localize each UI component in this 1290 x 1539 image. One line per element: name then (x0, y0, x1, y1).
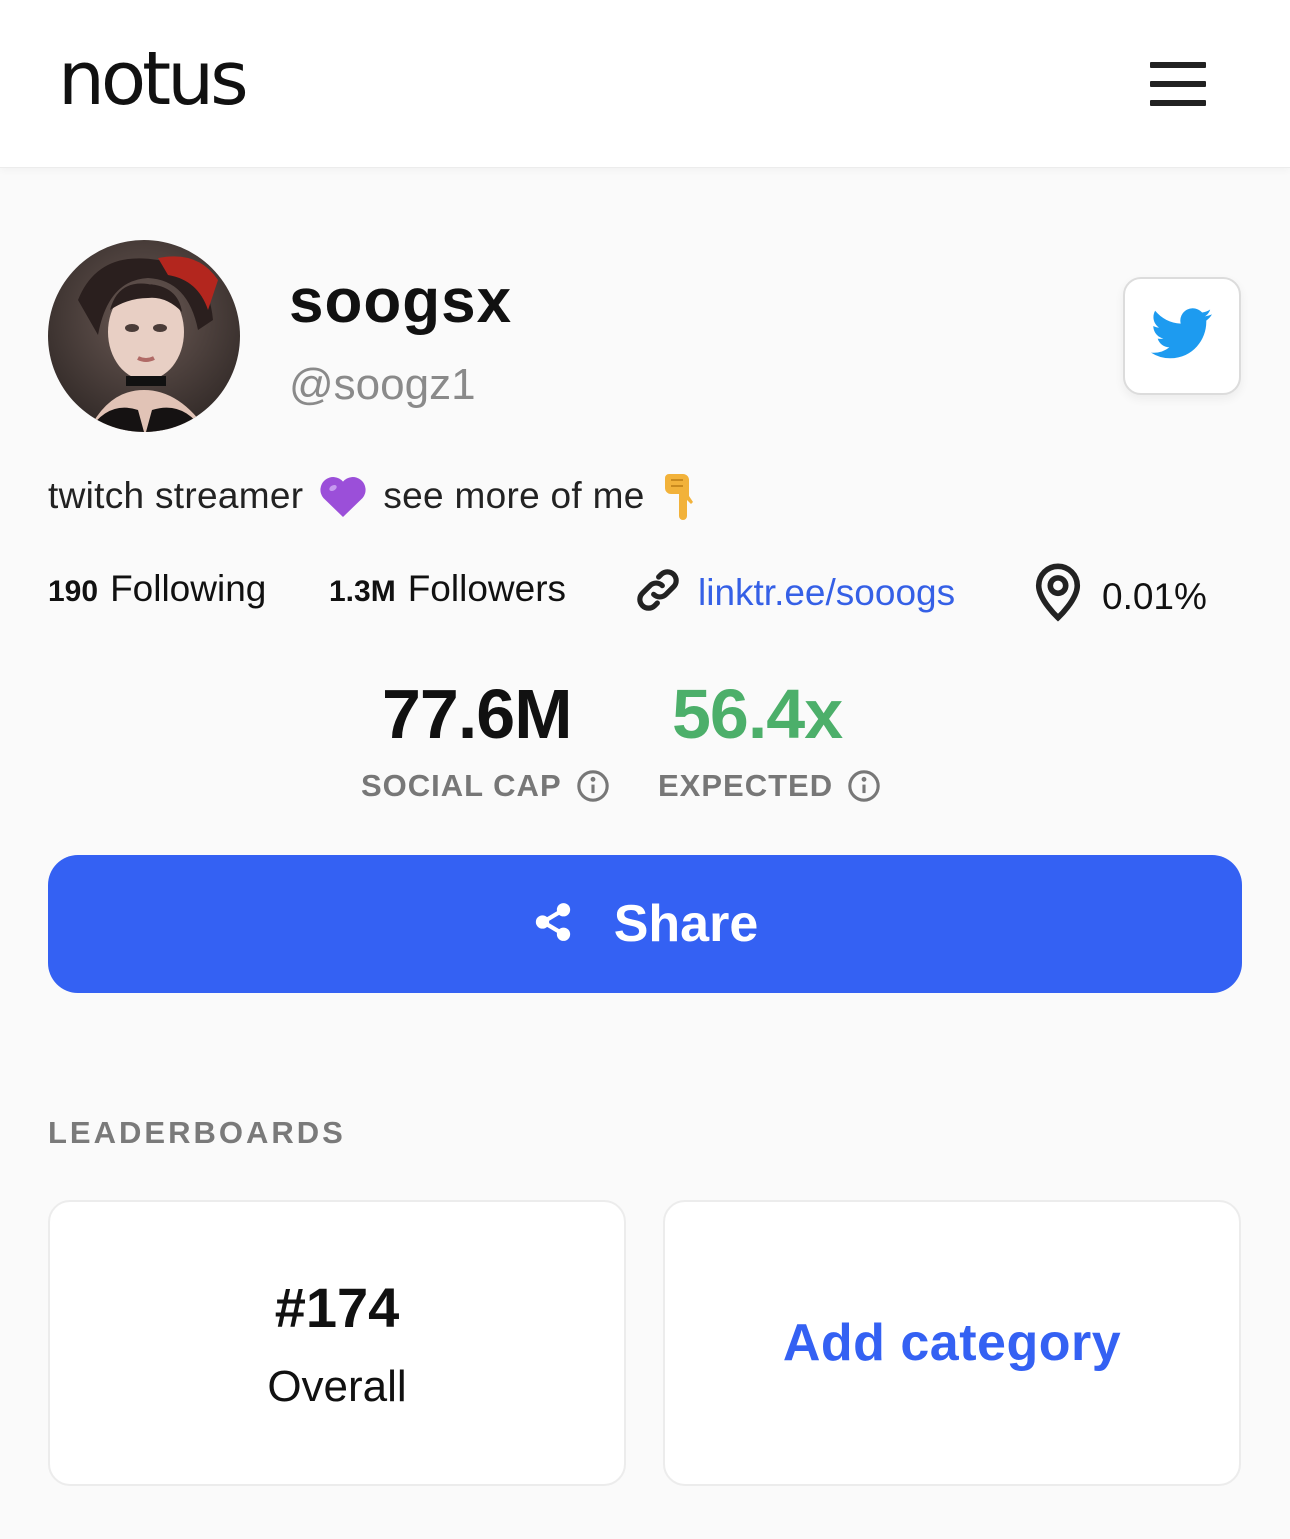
leaderboards-title: LEADERBOARDS (48, 1115, 346, 1150)
expected-label-text: EXPECTED (658, 768, 834, 803)
share-label: Share (613, 895, 759, 953)
overall-rank-card[interactable]: #174 Overall (48, 1200, 626, 1486)
share-button[interactable]: Share (48, 855, 1242, 993)
purple-heart-icon (319, 474, 367, 518)
handle: @soogz1 (289, 360, 476, 409)
social-cap-label: SOCIAL CAP (361, 768, 610, 804)
following-count: 190 (48, 575, 99, 608)
bio-text-1: twitch streamer (48, 475, 304, 516)
rank-value: #174 (274, 1275, 400, 1339)
bio: twitch streamer see more of me (48, 470, 717, 522)
location-stat: 0.01% (1032, 562, 1207, 631)
avatar (48, 240, 240, 432)
hamburger-menu-icon[interactable] (1150, 62, 1214, 106)
notus-logo[interactable]: notus (58, 42, 249, 116)
info-icon[interactable] (576, 769, 610, 803)
following-stat[interactable]: 190 Following (48, 568, 266, 610)
top-header: notus (0, 0, 1290, 168)
followers-stat[interactable]: 1.3M Followers (329, 568, 566, 610)
link-icon (632, 564, 684, 621)
display-name: soogsx (289, 267, 513, 336)
profile-link-text[interactable]: linktr.ee/sooogs (698, 572, 955, 614)
info-icon[interactable] (847, 769, 881, 803)
profile-page: notus soogsx @soogz1 twitch streamer see… (0, 0, 1290, 1539)
followers-count: 1.3M (329, 575, 396, 608)
following-label: Following (110, 568, 267, 609)
share-icon (532, 900, 574, 949)
followers-label: Followers (407, 568, 567, 609)
twitter-icon (1151, 307, 1213, 365)
location-value: 0.01% (1102, 575, 1207, 617)
profile-link[interactable]: linktr.ee/sooogs (632, 564, 955, 621)
add-category-card[interactable]: Add category (663, 1200, 1241, 1486)
social-cap-label-text: SOCIAL CAP (361, 768, 562, 803)
twitter-button[interactable] (1123, 277, 1241, 395)
add-category-button[interactable]: Add category (783, 1313, 1121, 1373)
expected-label: EXPECTED (658, 768, 881, 804)
pointing-down-icon (661, 470, 701, 522)
social-cap-value: 77.6M (382, 675, 573, 753)
expected-value: 56.4x (672, 675, 843, 753)
bio-text-2: see more of me (383, 475, 645, 516)
location-pin-icon (1032, 562, 1084, 631)
rank-label: Overall (267, 1361, 407, 1411)
